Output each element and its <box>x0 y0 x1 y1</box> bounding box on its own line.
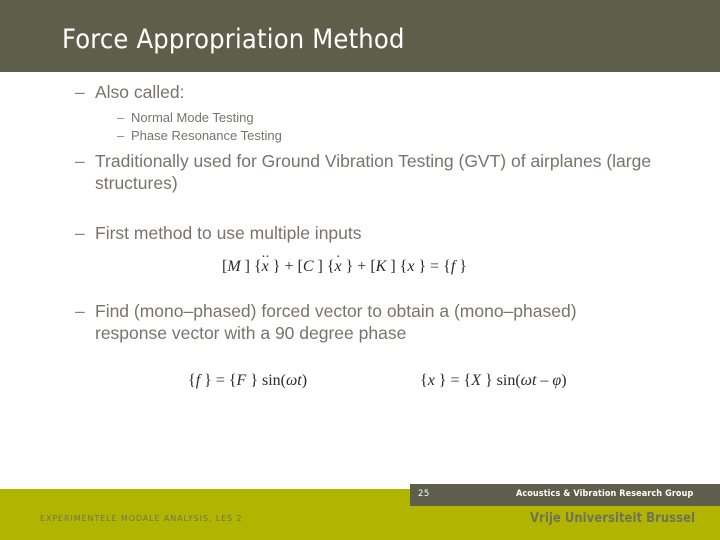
bullet-marker: – <box>75 301 85 321</box>
bullet-text: Find (mono–phased) forced vector to obta… <box>95 301 577 343</box>
bullet-marker: – <box>75 151 85 171</box>
bullet-marker: – <box>117 128 125 143</box>
bullet-phase-resonance-testing: – Phase Resonance Testing <box>117 127 282 145</box>
equation-force-vector: {f } = {F } sin(ωt) <box>188 372 308 389</box>
bullet-traditionally-used: – Traditionally used for Ground Vibratio… <box>75 150 675 194</box>
bullet-text: Traditionally used for Ground Vibration … <box>95 151 652 193</box>
bullet-text: First method to use multiple inputs <box>95 223 362 243</box>
page-number: 25 <box>418 489 430 499</box>
bullet-also-called: – Also called: <box>75 81 185 103</box>
page-title: Force Appropriation Method <box>62 24 405 55</box>
bullet-marker: – <box>75 82 85 102</box>
bullet-marker: – <box>75 223 85 243</box>
bullet-text: Normal Mode Testing <box>131 110 254 125</box>
slide-content: – Also called: – Normal Mode Testing – P… <box>0 72 720 480</box>
course-label: EXPERIMENTELE MODALE ANALYSIS, LES 2 <box>40 514 243 523</box>
bullet-normal-mode-testing: – Normal Mode Testing <box>117 109 254 127</box>
bullet-find-vector: – Find (mono–phased) forced vector to ob… <box>75 300 645 344</box>
bullet-marker: – <box>117 110 125 125</box>
bullet-text: Phase Resonance Testing <box>131 128 282 143</box>
equation-response-vector: {x } = {X } sin(ωt – φ) <box>420 372 567 389</box>
slide-header-bar: Force Appropriation Method <box>0 0 720 72</box>
research-group-label: Acoustics & Vibration Research Group <box>516 489 694 499</box>
bullet-first-method: – First method to use multiple inputs <box>75 222 362 244</box>
bullet-text: Also called: <box>95 82 185 102</box>
equation-of-motion: [M ] {x ·· } + [C ] {x · } + [K ] {x } = {… <box>222 248 467 275</box>
university-label: Vrije Universiteit Brussel <box>530 511 696 526</box>
